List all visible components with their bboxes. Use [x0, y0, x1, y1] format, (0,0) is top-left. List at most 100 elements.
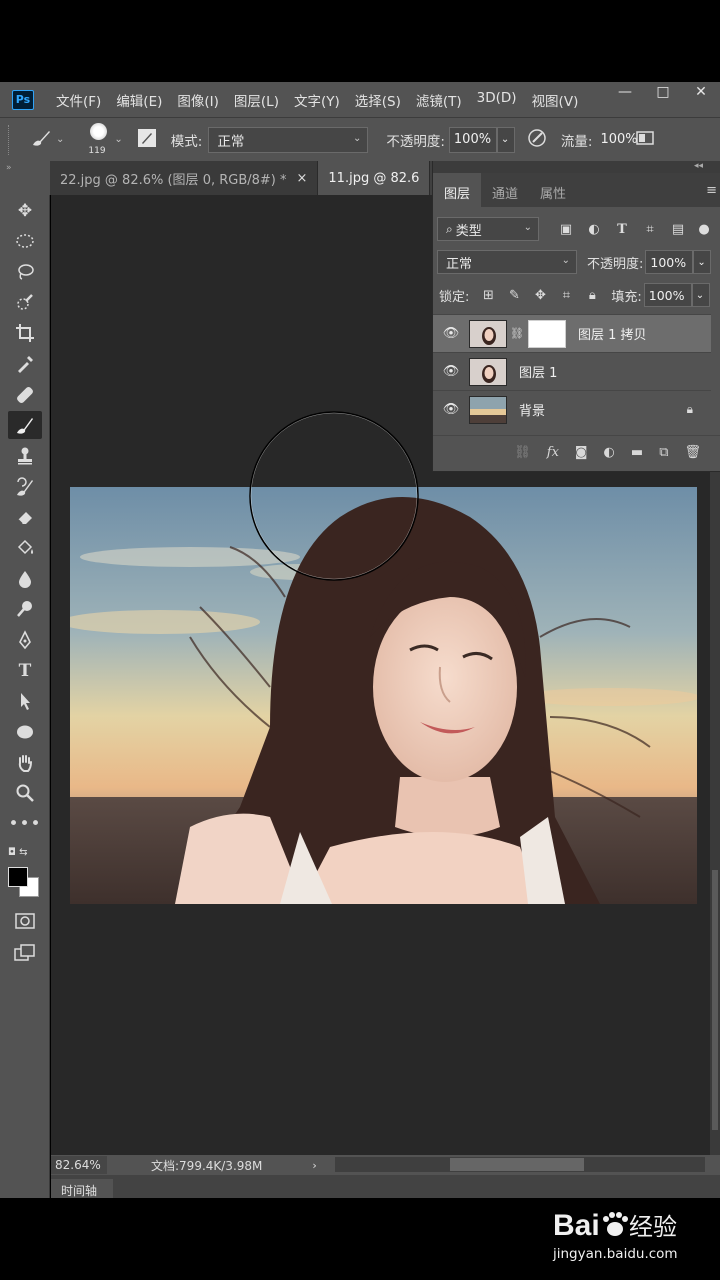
tab-timeline[interactable]: 时间轴: [51, 1179, 113, 1198]
zoom-level-input[interactable]: 82.64%: [51, 1156, 107, 1174]
vertical-scrollbar-thumb[interactable]: [712, 870, 718, 1130]
history-brush-tool-icon[interactable]: [8, 473, 42, 501]
crop-tool-icon[interactable]: [8, 319, 42, 347]
layer-row[interactable]: 👁︎ 背景 🔒︎: [433, 390, 711, 428]
restore-button[interactable]: □: [644, 82, 682, 102]
path-selection-tool-icon[interactable]: [8, 687, 42, 715]
type-tool-icon[interactable]: T: [8, 657, 42, 685]
eye-icon[interactable]: 👁︎: [433, 326, 469, 341]
tab-properties[interactable]: 属性: [529, 173, 577, 207]
lock-pixels-icon[interactable]: ✎: [503, 285, 525, 305]
airbrush-icon[interactable]: [636, 130, 655, 150]
dodge-tool-icon[interactable]: [8, 595, 42, 623]
link-layers-icon[interactable]: ⛓︎: [514, 445, 531, 460]
opacity-dropdown-icon[interactable]: ⌄: [496, 126, 515, 153]
new-group-icon[interactable]: ▬: [631, 445, 643, 460]
minimize-button[interactable]: —: [606, 82, 644, 102]
tab-layers[interactable]: 图层: [433, 173, 482, 207]
layer-opacity-dropdown-icon[interactable]: ⌄: [693, 250, 712, 274]
layer-mask-thumbnail[interactable]: [527, 319, 566, 348]
healing-brush-tool-icon[interactable]: [8, 381, 42, 409]
smart-object-filter-icon[interactable]: ▤: [667, 219, 689, 239]
status-menu-icon[interactable]: ›: [312, 1159, 316, 1172]
menu-file[interactable]: 文件(F): [56, 90, 101, 110]
document-info: 文档:799.4K/3.98M: [151, 1158, 263, 1173]
adjustment-filter-icon[interactable]: ◐: [583, 219, 605, 239]
opacity-input[interactable]: 100%: [448, 126, 497, 153]
screen-mode-icon[interactable]: [8, 939, 42, 967]
menu-type[interactable]: 文字(Y): [294, 90, 340, 110]
filter-toggle-icon[interactable]: ●: [693, 219, 715, 239]
hand-tool-icon[interactable]: [8, 749, 42, 777]
quick-mask-icon[interactable]: [8, 907, 42, 935]
layer-opacity-input[interactable]: 100%: [645, 250, 694, 274]
panel-menu-icon[interactable]: ≡: [706, 183, 717, 198]
default-colors-icon[interactable]: ◘ ⇆: [8, 847, 27, 858]
photoshop-logo: Ps: [12, 89, 34, 110]
lock-artboard-icon[interactable]: ⌗: [555, 285, 577, 305]
brush-preset-icon[interactable]: [30, 128, 52, 152]
menu-filter[interactable]: 滤镜(T): [416, 90, 462, 110]
fill-dropdown-icon[interactable]: ⌄: [691, 283, 710, 307]
brush-size-dropdown-icon[interactable]: ⌄: [114, 134, 122, 145]
close-icon[interactable]: ×: [297, 171, 308, 186]
options-grip[interactable]: [8, 124, 12, 155]
shape-filter-icon[interactable]: ⌗: [639, 219, 661, 239]
mode-select[interactable]: 正常 ⌄: [208, 126, 369, 153]
clone-stamp-tool-icon[interactable]: [8, 442, 42, 470]
pressure-opacity-icon[interactable]: [527, 128, 547, 152]
paint-bucket-tool-icon[interactable]: [8, 534, 42, 562]
tab-11-jpg[interactable]: 11.jpg @ 82.6: [318, 161, 431, 195]
menu-edit[interactable]: 编辑(E): [116, 90, 162, 110]
menu-image[interactable]: 图像(I): [177, 90, 219, 110]
tab-channels[interactable]: 通道: [481, 173, 529, 207]
horizontal-scrollbar-thumb[interactable]: [450, 1158, 584, 1171]
marquee-tool-icon[interactable]: [8, 227, 42, 255]
brush-tool-icon[interactable]: [8, 411, 42, 439]
brush-preset-dropdown-icon[interactable]: ⌄: [56, 134, 64, 145]
type-filter-icon[interactable]: T: [611, 219, 633, 239]
foreground-color-swatch[interactable]: [8, 867, 28, 887]
move-tool-icon[interactable]: ✥: [8, 197, 42, 225]
new-layer-icon[interactable]: ⧉: [659, 445, 668, 460]
link-icon[interactable]: ⛓︎: [510, 327, 524, 340]
opacity-label: 不透明度:: [386, 133, 445, 150]
layer-blend-mode-select[interactable]: 正常 ⌄: [437, 250, 577, 274]
lasso-tool-icon[interactable]: [8, 258, 42, 286]
menu-select[interactable]: 选择(S): [355, 90, 401, 110]
layer-row[interactable]: 👁︎ 图层 1: [433, 352, 711, 390]
eraser-tool-icon[interactable]: [8, 503, 42, 531]
panel-collapse-icon[interactable]: ◂◂: [433, 161, 720, 173]
brush-size-picker[interactable]: 119: [84, 121, 114, 159]
lock-transparency-icon[interactable]: ⊞: [477, 285, 499, 305]
tab-22-jpg[interactable]: 22.jpg @ 82.6% (图层 0, RGB/8#) * ×: [50, 161, 319, 195]
add-mask-icon[interactable]: ◙: [575, 445, 588, 460]
eye-icon[interactable]: 👁︎: [433, 402, 469, 417]
pen-tool-icon[interactable]: [8, 626, 42, 654]
quick-selection-tool-icon[interactable]: [8, 289, 42, 317]
zoom-tool-icon[interactable]: [8, 779, 42, 807]
layer-row[interactable]: 👁︎ ⛓︎ 图层 1 拷贝: [433, 314, 711, 352]
timeline-panel: [51, 1175, 720, 1198]
delete-layer-icon[interactable]: 🗑︎: [684, 445, 701, 460]
eye-icon[interactable]: 👁︎: [433, 364, 469, 379]
flow-input[interactable]: 100%: [596, 127, 637, 153]
eyedropper-tool-icon[interactable]: [8, 350, 42, 378]
fill-input[interactable]: 100%: [643, 283, 692, 307]
more-tools-icon[interactable]: •••: [8, 810, 42, 838]
brush-settings-icon[interactable]: [137, 128, 157, 152]
panel-tabs: 图层 通道 属性 ≡: [433, 173, 720, 207]
menu-3d[interactable]: 3D(D): [477, 90, 517, 110]
ellipse-tool-icon[interactable]: [8, 718, 42, 746]
lock-all-icon[interactable]: 🔒︎: [581, 285, 603, 305]
panel-collapse-icon[interactable]: »: [0, 161, 50, 195]
fx-icon[interactable]: fx: [547, 445, 559, 460]
close-window-button[interactable]: ✕: [682, 82, 720, 102]
menu-view[interactable]: 视图(V): [532, 90, 579, 110]
lock-position-icon[interactable]: ✥: [529, 285, 551, 305]
blur-tool-icon[interactable]: [8, 565, 42, 593]
layer-filter-select[interactable]: ⌕ 类型 ⌄: [437, 217, 539, 241]
pixel-filter-icon[interactable]: ▣: [555, 219, 577, 239]
adjustment-layer-icon[interactable]: ◐: [604, 445, 615, 460]
menu-layer[interactable]: 图层(L): [234, 90, 279, 110]
